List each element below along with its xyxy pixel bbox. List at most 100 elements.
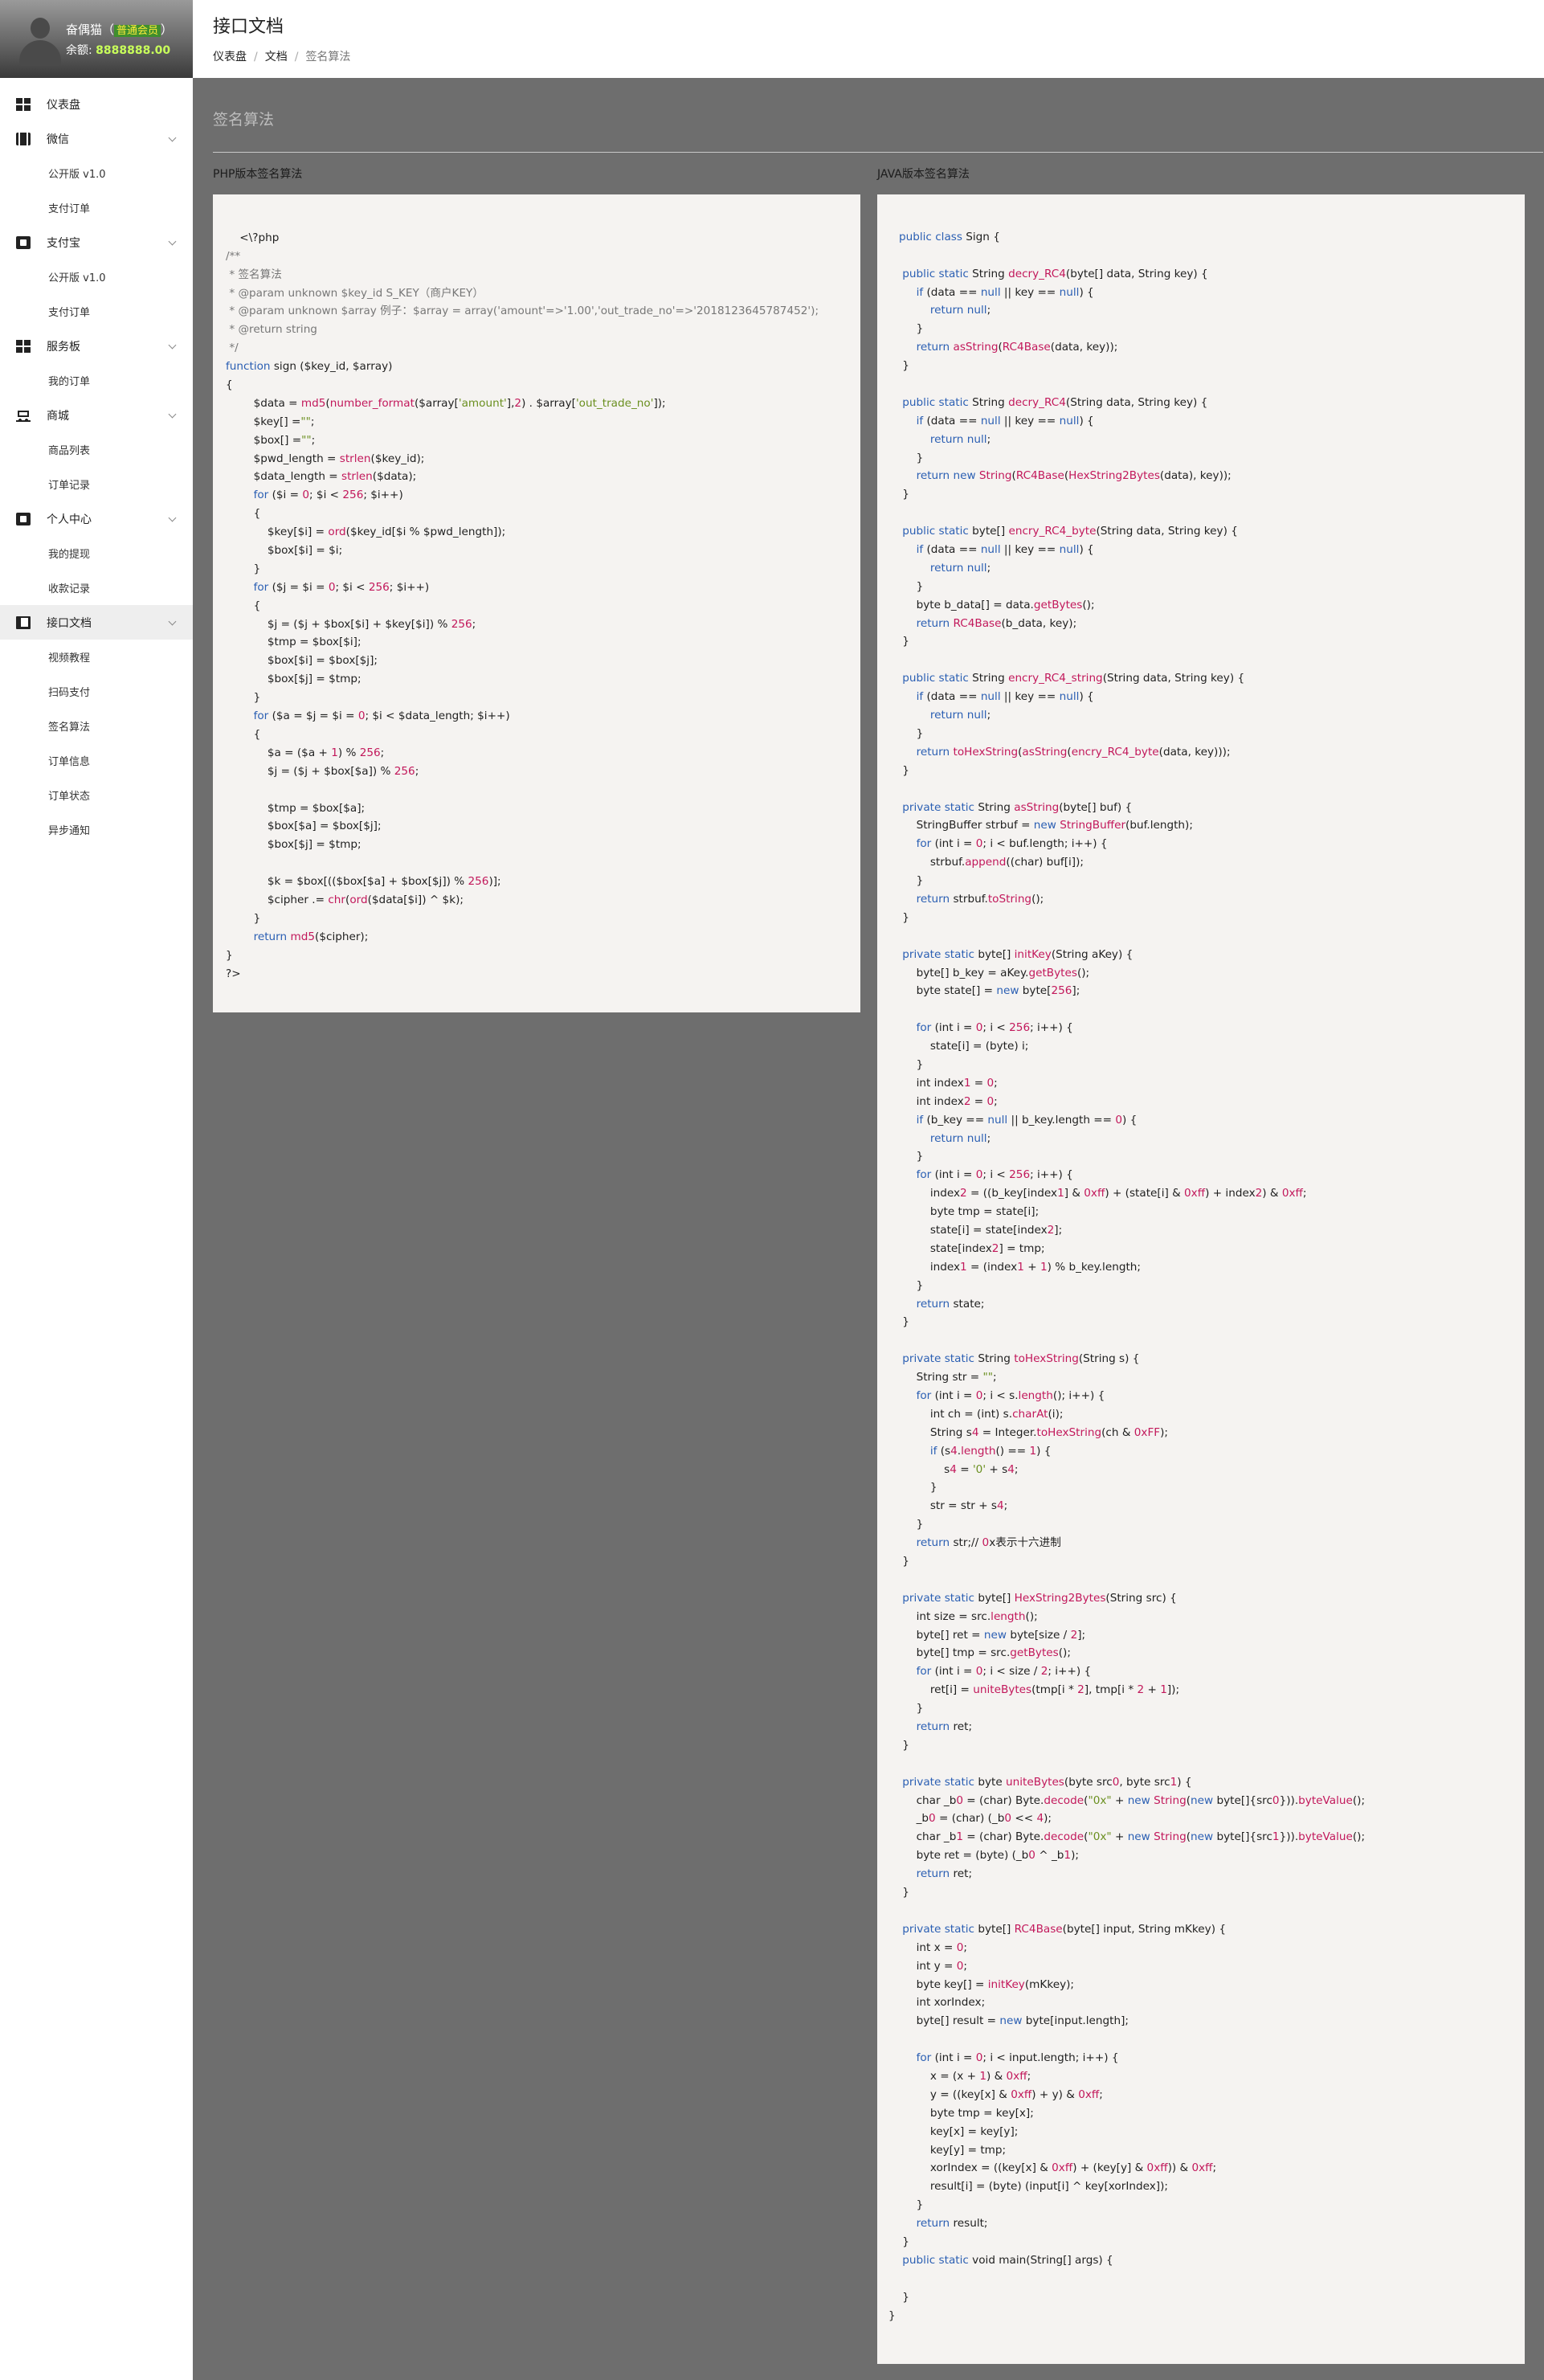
code-line: $box[$j] = $tmp;: [226, 673, 361, 686]
code-line: function sign ($key_id, $array): [226, 360, 393, 374]
java-code-block[interactable]: public class Sign { public static String…: [877, 194, 1525, 2364]
code-line: StringBuffer strbuf = new StringBuffer(b…: [888, 819, 1193, 832]
code-line: for ($a = $j = $i = 0; $i < $data_length…: [253, 710, 510, 723]
sidebar-item-alipay-orders[interactable]: 支付订单: [0, 294, 193, 329]
code-line: $cipher .= chr(ord($data[$i]) ^ $k);: [226, 893, 464, 906]
code-line: return ret;: [916, 1867, 973, 1881]
chevron-down-icon: [168, 341, 177, 350]
code-line: xorIndex = ((key[x] & 0xff) + (key[y] & …: [888, 2161, 1217, 2175]
code-line: return state;: [916, 1297, 985, 1311]
sidebar-item-receipts[interactable]: 收款记录: [0, 570, 193, 605]
chevron-down-icon: [168, 617, 177, 626]
code-line: $j = ($j + $box[$i] + $key[$i]) % 256;: [226, 617, 476, 631]
code-line: }: [888, 1057, 924, 1071]
code-line: if (data == null || key == null) {: [916, 285, 1094, 299]
code-line: state[i] = (byte) i;: [888, 1040, 1029, 1053]
balance-label: 余额:: [66, 44, 92, 57]
user-level-badge: 普通会员: [114, 25, 161, 37]
chevron-down-icon: [168, 513, 177, 522]
code-line: {: [226, 599, 261, 612]
code-line: }: [888, 2235, 909, 2248]
breadcrumb: 仪表盘 / 文档 / 签名算法: [213, 48, 350, 64]
sidebar: 奋偶猫（ 普通会员） 余额: 8888888.00 仪表盘 微信 公开版 v1.0…: [0, 0, 193, 2380]
code-line: int index1 = 0;: [888, 1076, 998, 1090]
code-line: if (data == null || key == null) {: [916, 690, 1094, 704]
avatar-head-shape: [31, 18, 50, 39]
code-line: byte ret = (byte) (_b0 ^ _b1);: [888, 1849, 1079, 1863]
code-line: }: [888, 488, 909, 501]
code-line: $data = md5(number_format($array['amount…: [226, 396, 666, 410]
code-line: <\?php: [226, 231, 280, 244]
sidebar-group-shop[interactable]: 商城: [0, 398, 193, 432]
code-line: public static void main(String[] args) {: [902, 2253, 1113, 2267]
code-line: }: [888, 2290, 909, 2304]
code-line: }: [888, 1702, 924, 1715]
code-line: for (int i = 0; i < s.length(); i++) {: [916, 1389, 1105, 1402]
sidebar-item-order-status[interactable]: 订单状态: [0, 778, 193, 812]
code-line: $box[$i] = $i;: [226, 544, 343, 558]
breadcrumb-link-docs[interactable]: 文档: [265, 51, 288, 63]
section-title: 签名算法: [213, 111, 275, 129]
sidebar-item-dashboard[interactable]: 仪表盘: [0, 87, 193, 121]
user-panel: 奋偶猫（ 普通会员） 余额: 8888888.00: [0, 0, 193, 78]
code-line: $data_length = strlen($data);: [226, 470, 417, 484]
breadcrumb-link-dashboard[interactable]: 仪表盘: [213, 51, 247, 63]
code-line: }: [888, 322, 924, 336]
code-line: * @return string: [226, 323, 317, 337]
code-line: byte tmp = state[i];: [888, 1205, 1040, 1219]
code-line: }: [888, 2198, 924, 2212]
sidebar-item-label: 个人中心: [47, 513, 92, 526]
code-line: index1 = (index1 + 1) % b_key.length;: [888, 1260, 1141, 1274]
sidebar-item-signature[interactable]: 签名算法: [0, 709, 193, 743]
code-line: return toHexString(asString(encry_RC4_by…: [916, 745, 1231, 759]
code-line: }: [888, 2308, 896, 2322]
code-line: return strbuf.toString();: [916, 892, 1044, 906]
code-line: {: [226, 727, 261, 741]
avatar[interactable]: [16, 16, 64, 66]
sidebar-item-label: 微信: [47, 133, 69, 146]
sidebar-item-video-tutorial[interactable]: 视频教程: [0, 640, 193, 674]
breadcrumb-separator: /: [294, 51, 299, 63]
code-line: for (int i = 0; i < 256; i++) {: [916, 1021, 1073, 1035]
sidebar-group-api-docs[interactable]: 接口文档: [0, 605, 193, 640]
code-line: }: [888, 359, 909, 373]
sidebar-item-order-info[interactable]: 订单信息: [0, 743, 193, 778]
sidebar-item-wechat-public[interactable]: 公开版 v1.0: [0, 156, 193, 190]
code-line: for (int i = 0; i < input.length; i++) {: [916, 2051, 1119, 2065]
php-code-block[interactable]: <\?php /** * 签名算法 * @param unknown $key_i…: [213, 194, 860, 1012]
code-line: private static byte uniteBytes(byte src0…: [902, 1775, 1192, 1789]
code-line: s4 = '0' + s4;: [888, 1462, 1019, 1476]
sidebar-group-personal[interactable]: 个人中心: [0, 501, 193, 536]
sidebar-item-async-notify[interactable]: 异步通知: [0, 812, 193, 847]
code-line: private static String toHexString(String…: [902, 1352, 1140, 1366]
sidebar-item-qr-payment[interactable]: 扫码支付: [0, 674, 193, 709]
code-line: public class Sign {: [898, 230, 1000, 243]
user-name-line: 奋偶猫（ 普通会员）: [66, 21, 173, 38]
sidebar-item-my-orders[interactable]: 我的订单: [0, 363, 193, 398]
code-line: if (data == null || key == null) {: [916, 414, 1094, 427]
sidebar-group-service[interactable]: 服务板: [0, 329, 193, 363]
sidebar-item-order-records[interactable]: 订单记录: [0, 467, 193, 501]
sidebar-group-alipay[interactable]: 支付宝: [0, 225, 193, 260]
sidebar-item-wechat-orders[interactable]: 支付订单: [0, 190, 193, 225]
sidebar-item-alipay-public[interactable]: 公开版 v1.0: [0, 260, 193, 294]
sidebar-item-label: 仪表盘: [47, 98, 80, 112]
service-icon: [16, 339, 31, 353]
sidebar-item-label: 商城: [47, 409, 69, 423]
sidebar-item-products[interactable]: 商品列表: [0, 432, 193, 467]
code-line: return asString(RC4Base(data, key));: [916, 341, 1118, 354]
code-line: $k = $box[(($box[$a] + $box[$j]) % 256)]…: [226, 875, 501, 889]
code-line: }: [888, 1738, 909, 1752]
sidebar-group-wechat[interactable]: 微信: [0, 121, 193, 156]
sidebar-item-withdrawals[interactable]: 我的提现: [0, 536, 193, 570]
chevron-down-icon: [168, 237, 177, 246]
code-line: */: [226, 341, 239, 355]
code-line: public static String decry_RC4(byte[] da…: [902, 267, 1208, 280]
sidebar-item-label: 接口文档: [47, 616, 92, 630]
